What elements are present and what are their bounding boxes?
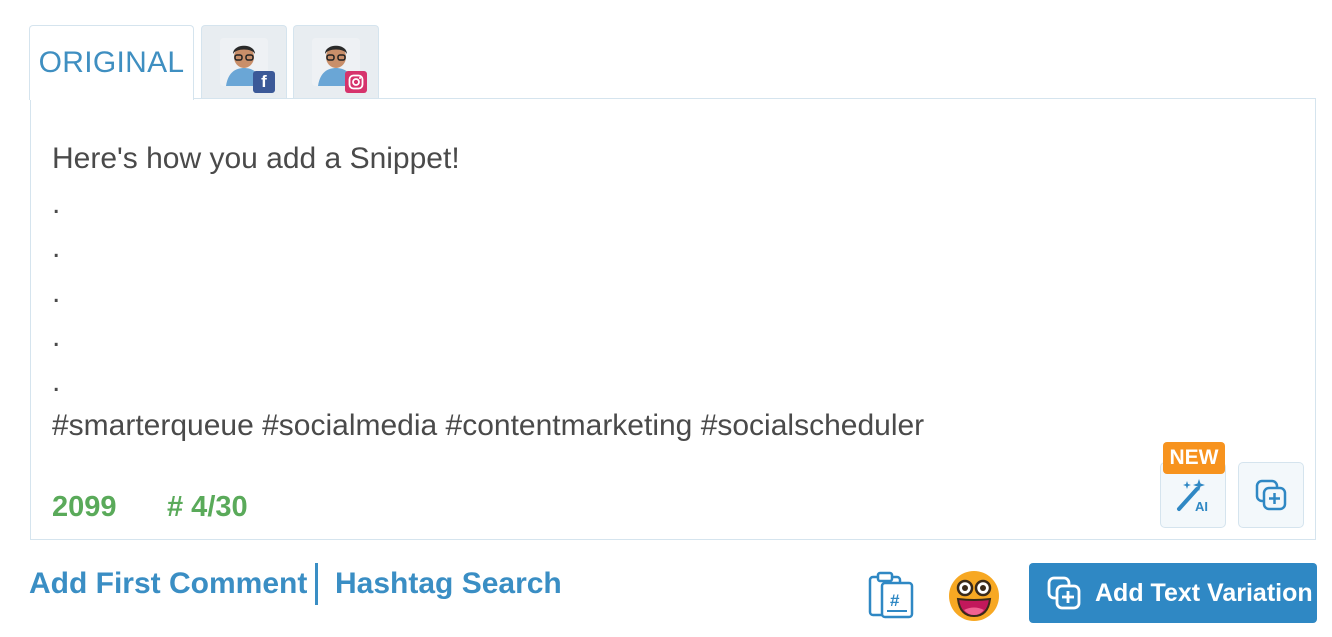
svg-text:AI: AI bbox=[1195, 499, 1208, 514]
add-text-variation-button[interactable]: Add Text Variation bbox=[1029, 563, 1317, 623]
post-editor[interactable]: Here's how you add a Snippet! . . . . . … bbox=[30, 98, 1316, 540]
new-badge: NEW bbox=[1163, 442, 1225, 474]
duplicate-icon bbox=[1255, 479, 1287, 511]
tab-facebook-profile[interactable]: f bbox=[201, 25, 287, 98]
hashtag-count: # 4/30 bbox=[167, 491, 248, 523]
facebook-icon: f bbox=[253, 71, 275, 93]
tab-original-label: ORIGINAL bbox=[38, 46, 185, 79]
tab-instagram-profile[interactable] bbox=[293, 25, 379, 98]
add-first-comment-link[interactable]: Add First Comment bbox=[29, 567, 307, 601]
hashtag-search-link[interactable]: Hashtag Search bbox=[335, 567, 562, 601]
add-text-variation-label: Add Text Variation bbox=[1095, 578, 1313, 607]
character-count: 2099 bbox=[52, 491, 117, 523]
magic-wand-ai-icon: AI bbox=[1177, 479, 1208, 514]
post-text-area[interactable]: Here's how you add a Snippet! . . . . . … bbox=[52, 137, 1252, 449]
tab-original[interactable]: ORIGINAL bbox=[29, 25, 194, 100]
instagram-icon bbox=[345, 71, 367, 93]
snippet-clipboard-icon[interactable]: # bbox=[867, 569, 917, 619]
svg-text:#: # bbox=[890, 591, 900, 610]
add-variation-icon bbox=[1047, 576, 1081, 610]
duplicate-variation-button[interactable] bbox=[1238, 462, 1304, 528]
emoji-icon[interactable] bbox=[947, 569, 1001, 623]
divider bbox=[315, 563, 318, 605]
